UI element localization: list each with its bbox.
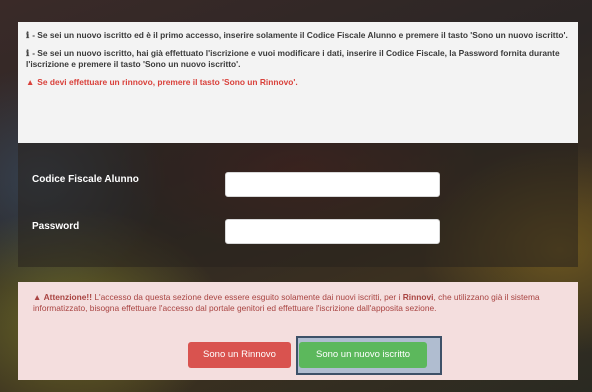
alert-renewals: Rinnovi	[402, 292, 434, 302]
info-warning-text: Se devi effettuare un rinnovo, premere i…	[37, 77, 298, 87]
info-line-first-access: ℹ- Se sei un nuovo iscritto ed è il prim…	[26, 30, 568, 41]
info-icon: ℹ	[26, 48, 30, 58]
password-input[interactable]	[225, 219, 440, 244]
info-text-2: - Se sei un nuovo iscritto, hai già effe…	[26, 48, 560, 69]
info-text-1: - Se sei un nuovo iscritto ed è il primo…	[32, 30, 568, 40]
codice-fiscale-label: Codice Fiscale Alunno	[32, 174, 139, 185]
info-box: ℹ- Se sei un nuovo iscritto ed è il prim…	[18, 22, 578, 143]
password-label: Password	[32, 221, 80, 232]
warning-icon: ▲	[26, 77, 35, 87]
new-student-button[interactable]: Sono un nuovo iscritto	[299, 342, 427, 368]
login-form-panel	[18, 143, 578, 267]
info-warning-renewal: ▲ Se devi effettuare un rinnovo, premere …	[26, 77, 568, 88]
warning-icon: ▲	[33, 292, 42, 302]
info-line-modify-data: ℹ- Se sei un nuovo iscritto, hai già eff…	[26, 48, 568, 70]
info-icon: ℹ	[26, 30, 30, 40]
alert-text-1: L'accesso da questa sezione deve essere …	[92, 292, 403, 302]
codice-fiscale-input[interactable]	[225, 172, 440, 197]
alert-title: Attenzione!!	[43, 292, 93, 302]
renewal-button[interactable]: Sono un Rinnovo	[188, 342, 291, 368]
